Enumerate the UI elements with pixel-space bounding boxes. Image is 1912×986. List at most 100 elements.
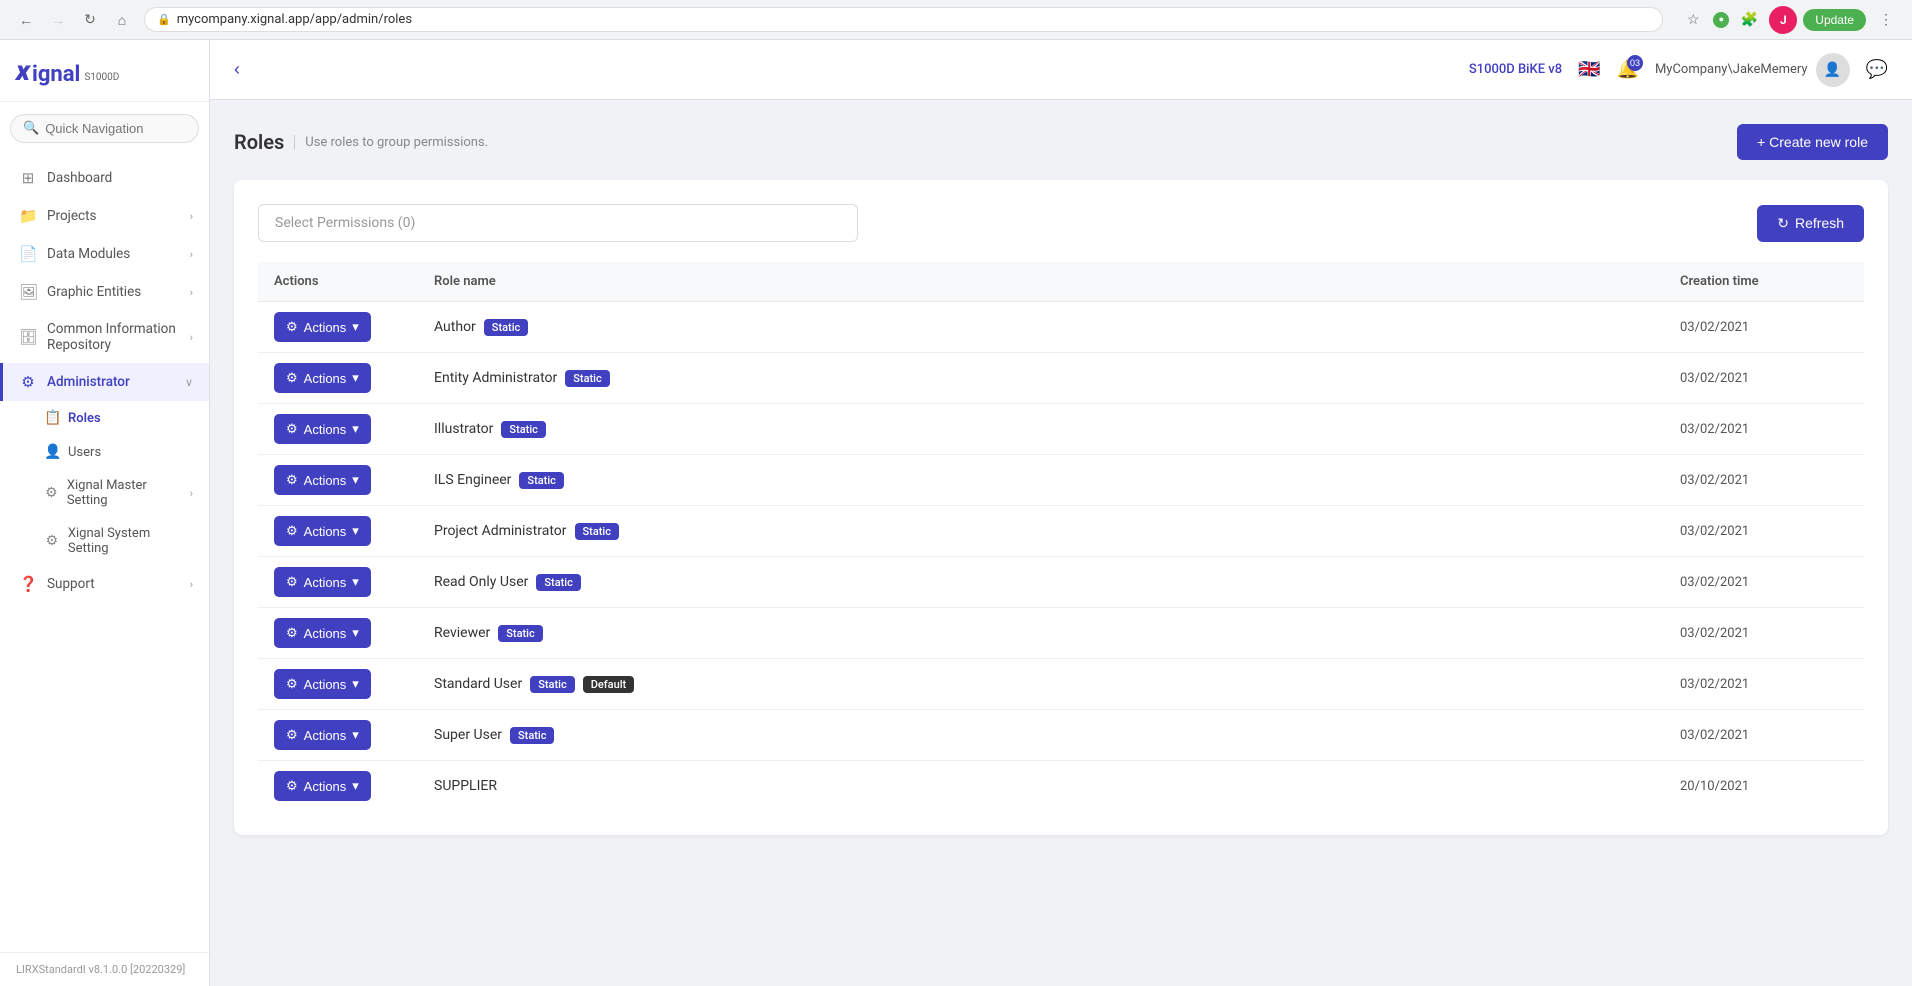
role-name-text: SUPPLIER — [434, 778, 1648, 794]
sidebar-item-dashboard[interactable]: ⊞ Dashboard — [0, 159, 209, 197]
graphic-entities-icon: 🖼 — [19, 283, 37, 301]
sidebar-item-roles[interactable]: 📋 Roles — [0, 401, 209, 435]
actions-button[interactable]: ⚙ Actions ▾ — [274, 618, 371, 648]
sidebar-item-projects-label: Projects — [47, 208, 97, 224]
gear-icon: ⚙ — [286, 727, 298, 743]
sidebar-item-support[interactable]: ❓ Support › — [0, 565, 209, 603]
gear-icon: ⚙ — [286, 421, 298, 437]
home-button[interactable]: ⌂ — [108, 6, 136, 34]
role-name-cell: ILS EngineerStatic — [418, 455, 1664, 506]
chevron-down-icon: ▾ — [352, 778, 359, 794]
role-name-cell: AuthorStatic — [418, 302, 1664, 353]
sidebar-item-users[interactable]: 👤 Users — [0, 435, 209, 469]
actions-button[interactable]: ⚙ Actions ▾ — [274, 414, 371, 444]
notification-button[interactable]: 🔔 03 — [1617, 59, 1639, 80]
menu-button[interactable]: ⋮ — [1872, 6, 1900, 34]
role-name-cell: Standard UserStaticDefault — [418, 659, 1664, 710]
chat-button[interactable]: 💬 — [1866, 59, 1888, 80]
role-name-cell: Super UserStatic — [418, 710, 1664, 761]
role-name-text: AuthorStatic — [434, 319, 1648, 336]
username-label: MyCompany\JakeMemery — [1655, 62, 1808, 77]
creation-time-cell: 03/02/2021 — [1664, 608, 1864, 659]
page-title: Roles — [234, 130, 284, 154]
creation-time-cell: 03/02/2021 — [1664, 302, 1864, 353]
extension-dot: ● — [1713, 12, 1729, 28]
search-input[interactable] — [45, 121, 186, 136]
actions-button[interactable]: ⚙ Actions ▾ — [274, 567, 371, 597]
actions-cell: ⚙ Actions ▾ — [258, 353, 418, 404]
permissions-placeholder: Select Permissions (0) — [275, 215, 415, 231]
sidebar-item-data-modules[interactable]: 📄 Data Modules › — [0, 235, 209, 273]
sidebar-item-xignal-master-setting[interactable]: ⚙ Xignal Master Setting › — [0, 469, 209, 517]
gear-icon: ⚙ — [286, 778, 298, 794]
role-badge-static: Static — [498, 625, 542, 642]
back-button[interactable]: ← — [12, 6, 40, 34]
permissions-select[interactable]: Select Permissions (0) — [258, 204, 858, 242]
role-badge-static: Static — [530, 676, 574, 693]
language-flag[interactable]: 🇬🇧 — [1578, 59, 1600, 80]
update-button[interactable]: Update — [1803, 9, 1866, 31]
creation-time-cell: 03/02/2021 — [1664, 455, 1864, 506]
role-name-text: Standard UserStaticDefault — [434, 676, 1648, 693]
page-content: Roles Use roles to group permissions. + … — [210, 100, 1912, 859]
reload-button[interactable]: ↻ — [76, 6, 104, 34]
actions-button[interactable]: ⚙ Actions ▾ — [274, 771, 371, 801]
sidebar-item-administrator[interactable]: ⚙ Administrator ∨ — [0, 363, 209, 401]
role-name-text: Project AdministratorStatic — [434, 523, 1648, 540]
creation-time-cell: 20/10/2021 — [1664, 761, 1864, 812]
chevron-down-icon: ▾ — [352, 727, 359, 743]
administrator-chevron-icon: ∨ — [185, 376, 193, 389]
actions-button[interactable]: ⚙ Actions ▾ — [274, 363, 371, 393]
sidebar-footer: LIRXStandardI v8.1.0.0 [20220329] — [0, 952, 209, 986]
role-name-text: IllustratorStatic — [434, 421, 1648, 438]
sidebar: x ignal S1000D 🔍 ⊞ Dashboard 📁 Projects … — [0, 40, 210, 986]
data-modules-chevron-icon: › — [190, 248, 193, 261]
creation-time-cell: 03/02/2021 — [1664, 353, 1864, 404]
actions-button[interactable]: ⚙ Actions ▾ — [274, 516, 371, 546]
role-name-cell: Read Only UserStatic — [418, 557, 1664, 608]
url-text: mycompany.xignal.app/app/admin/roles — [177, 12, 412, 27]
chevron-down-icon: ▾ — [352, 319, 359, 335]
actions-button[interactable]: ⚙ Actions ▾ — [274, 312, 371, 342]
role-name-text: Super UserStatic — [434, 727, 1648, 744]
create-new-role-button[interactable]: + Create new role — [1737, 124, 1888, 160]
actions-cell: ⚙ Actions ▾ — [258, 404, 418, 455]
sidebar-item-common-info-label: Common Information Repository — [47, 321, 180, 353]
role-badge-static: Static — [484, 319, 528, 336]
table-row: ⚙ Actions ▾ SUPPLIER 20/10/2021 — [258, 761, 1864, 812]
sidebar-item-common-info[interactable]: 🗄 Common Information Repository › — [0, 311, 209, 363]
app-container: x ignal S1000D 🔍 ⊞ Dashboard 📁 Projects … — [0, 40, 1912, 986]
chevron-down-icon: ▾ — [352, 574, 359, 590]
profile-avatar[interactable]: J — [1769, 6, 1797, 34]
role-name-cell: Project AdministratorStatic — [418, 506, 1664, 557]
table-row: ⚙ Actions ▾Super UserStatic03/02/2021 — [258, 710, 1864, 761]
collapse-sidebar-button[interactable]: ‹ — [234, 59, 240, 80]
chevron-down-icon: ▾ — [352, 523, 359, 539]
role-badge-static: Static — [510, 727, 554, 744]
search-icon: 🔍 — [23, 121, 39, 136]
refresh-button[interactable]: ↻ Refresh — [1757, 205, 1864, 242]
sidebar-item-graphic-entities[interactable]: 🖼 Graphic Entities › — [0, 273, 209, 311]
sidebar-logo: x ignal S1000D — [0, 40, 209, 102]
forward-button[interactable]: → — [44, 6, 72, 34]
sidebar-search-container[interactable]: 🔍 — [10, 114, 199, 143]
table-row: ⚙ Actions ▾ Entity AdministratorStatic03/… — [258, 353, 1864, 404]
xignal-system-icon: ⚙ — [44, 533, 60, 549]
browser-actions: ☆ ● 🧩 J Update ⋮ — [1679, 6, 1900, 34]
role-name-cell: Entity AdministratorStatic — [418, 353, 1664, 404]
role-badge-static: Static — [536, 574, 580, 591]
user-avatar: 👤 — [1816, 53, 1850, 87]
chevron-down-icon: ▾ — [352, 421, 359, 437]
extensions-button[interactable]: 🧩 — [1735, 6, 1763, 34]
sidebar-item-projects[interactable]: 📁 Projects › — [0, 197, 209, 235]
actions-button[interactable]: ⚙ Actions ▾ — [274, 669, 371, 699]
actions-button[interactable]: ⚙ Actions ▾ — [274, 465, 371, 495]
actions-button[interactable]: ⚙ Actions ▾ — [274, 720, 371, 750]
sidebar-item-xignal-system-setting[interactable]: ⚙ Xignal System Setting — [0, 517, 209, 565]
table-row: ⚙ Actions ▾ AuthorStatic 03/02/2021 — [258, 302, 1864, 353]
support-icon: ❓ — [19, 575, 37, 593]
address-bar[interactable]: 🔒 mycompany.xignal.app/app/admin/roles — [144, 7, 1663, 32]
bookmark-button[interactable]: ☆ — [1679, 6, 1707, 34]
browser-nav-buttons: ← → ↻ ⌂ — [12, 6, 136, 34]
logo-s1000d: S1000D — [84, 72, 119, 83]
